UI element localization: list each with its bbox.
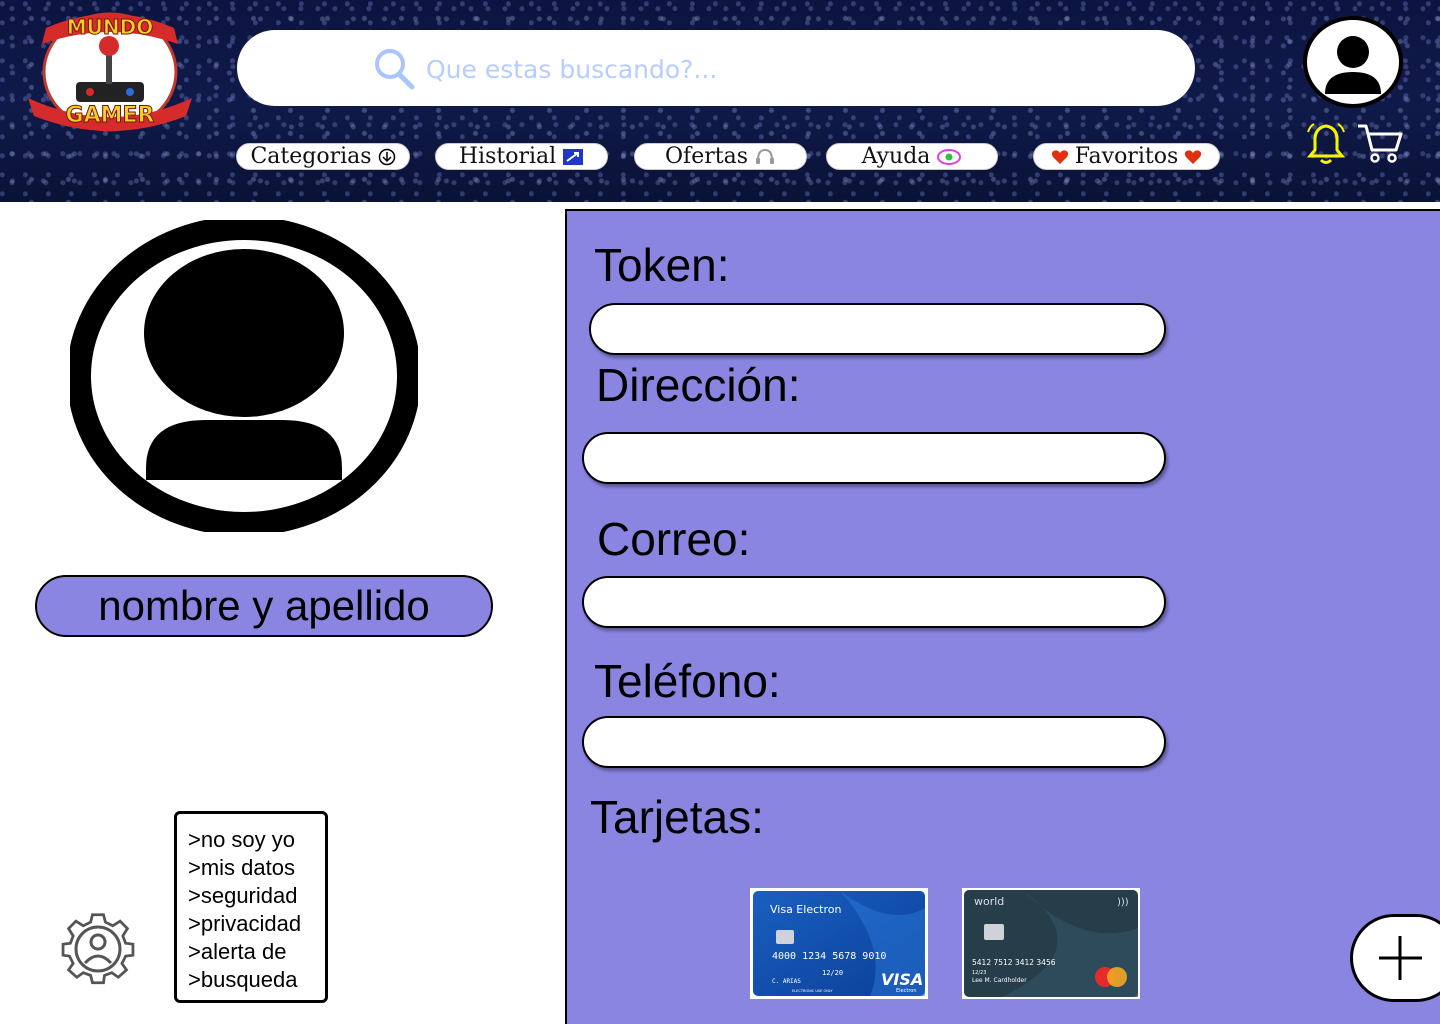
token-field[interactable] <box>589 303 1166 355</box>
search-bar[interactable]: Que estas buscando?... <box>237 30 1195 106</box>
mastercard-world-card[interactable]: world ))) 5412 7512 3412 3456 12/23 Lee … <box>962 888 1140 999</box>
nav-ayuda[interactable]: Ayuda <box>826 143 998 170</box>
visa-card-holder: C. ARIAS <box>772 978 801 985</box>
profile-avatar[interactable] <box>70 220 418 532</box>
world-card-holder: Lee M. Cardholder <box>972 977 1027 984</box>
menu-item-busqueda[interactable]: >busqueda <box>188 966 325 994</box>
heart-icon <box>1051 149 1068 164</box>
menu-item-privacidad[interactable]: >privacidad <box>188 910 325 938</box>
correo-field[interactable] <box>582 576 1166 628</box>
tarjetas-label: Tarjetas: <box>590 791 764 843</box>
nav-categorias-label: Categorias <box>250 144 372 169</box>
history-icon <box>563 148 584 165</box>
correo-label: Correo: <box>597 513 751 565</box>
nav-categorias[interactable]: Categorias <box>236 143 410 170</box>
nav-favoritos-label: Favoritos <box>1074 144 1179 169</box>
visa-logo-sub: Electron <box>896 988 917 994</box>
visa-card-number: 4000 1234 5678 9010 <box>772 951 886 962</box>
shopping-cart-icon[interactable] <box>1356 122 1404 166</box>
menu-item-no-soy-yo[interactable]: >no soy yo <box>188 826 325 854</box>
user-account-icon[interactable] <box>1300 14 1406 110</box>
telefono-field[interactable] <box>582 716 1166 768</box>
help-eye-icon <box>937 148 962 165</box>
nav-ofertas[interactable]: Ofertas <box>634 143 807 170</box>
logo-top-text: MUNDO <box>67 15 153 39</box>
notification-bell-icon[interactable] <box>1306 122 1346 166</box>
nav-ofertas-label: Ofertas <box>665 144 748 169</box>
world-card-expiry: 12/23 <box>972 970 986 976</box>
headset-icon <box>755 148 774 164</box>
world-brand-label: world <box>974 895 1004 908</box>
name-placeholder: nombre y apellido <box>98 582 430 629</box>
nav-favoritos[interactable]: Favoritos <box>1033 143 1220 170</box>
logo-bottom-text: GAMER <box>66 103 155 128</box>
heart-icon <box>1185 149 1202 164</box>
nav-ayuda-label: Ayuda <box>861 144 931 169</box>
search-input[interactable]: Que estas buscando?... <box>372 46 752 92</box>
menu-item-mis-datos[interactable]: >mis datos <box>188 854 325 882</box>
visa-card-footer: ELECTRONIC USE ONLY <box>792 989 833 993</box>
visa-card-expiry: 12/20 <box>822 969 843 977</box>
mastercard-logo <box>1095 967 1127 987</box>
add-card-button[interactable] <box>1350 914 1440 1002</box>
plus-icon <box>1379 936 1422 980</box>
telefono-label: Teléfono: <box>594 655 781 707</box>
token-label: Token: <box>594 239 730 291</box>
world-card-number: 5412 7512 3412 3456 <box>972 958 1056 967</box>
mundo-gamer-logo[interactable]: MUNDO GAMER <box>26 6 196 132</box>
visa-electron-card[interactable]: Visa Electron 4000 1234 5678 9010 12/20 … <box>750 888 928 999</box>
nav-historial-label: Historial <box>458 144 557 169</box>
nav-historial[interactable]: Historial <box>435 143 608 170</box>
search-icon <box>375 49 415 90</box>
menu-item-seguridad[interactable]: >seguridad <box>188 882 325 910</box>
user-settings-gear-icon[interactable] <box>58 908 144 988</box>
direccion-field[interactable] <box>582 432 1166 484</box>
search-placeholder: Que estas buscando?... <box>426 54 718 84</box>
name-field[interactable]: nombre y apellido <box>35 575 493 637</box>
menu-item-alerta-de[interactable]: >alerta de <box>188 938 325 966</box>
top-header: MUNDO GAMER Que estas buscando?... Categ… <box>0 0 1440 202</box>
profile-options-menu: >no soy yo >mis datos >seguridad >privac… <box>174 811 328 1003</box>
contactless-icon: ))) <box>1117 897 1129 908</box>
arrow-down-circle-icon <box>378 148 395 165</box>
visa-brand-label: Visa Electron <box>770 903 841 916</box>
direccion-label: Dirección: <box>596 359 801 411</box>
visa-logo: VISA <box>881 970 923 989</box>
